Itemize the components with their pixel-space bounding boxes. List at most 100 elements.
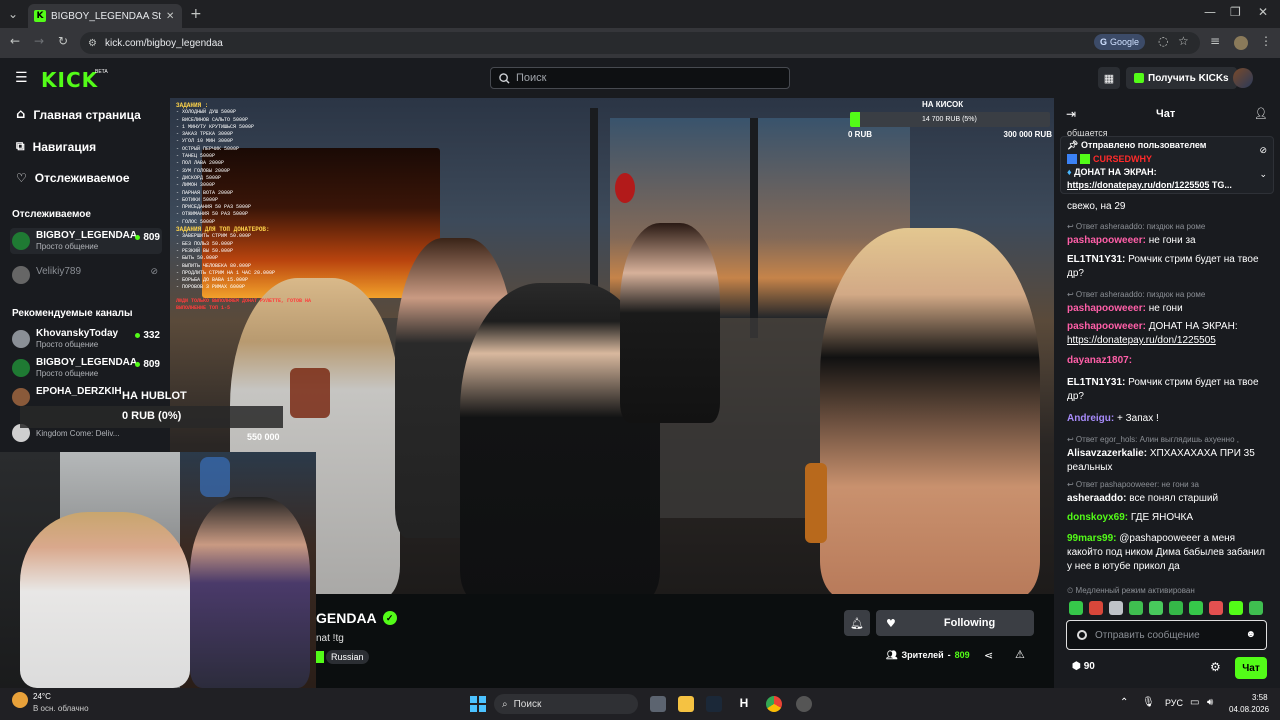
share-icon[interactable]: ⋖ [984,649,993,662]
task-item: - ВЫПИТЬ ЧЕЛОВЕКА 80.000Р [176,262,252,269]
mic-icon[interactable]: 🎙︎ [1142,697,1155,708]
app-icon[interactable] [796,696,812,712]
steam-icon[interactable] [706,696,722,712]
emote-icon[interactable] [1149,601,1163,615]
emote-icon[interactable] [1249,601,1263,615]
bookmark-star-icon[interactable]: ☆ [1178,34,1189,48]
start-button-icon[interactable] [470,696,486,712]
search-input[interactable]: Поиск [490,67,790,89]
weather-icon[interactable] [12,692,28,708]
user-avatar[interactable] [1233,68,1253,88]
following-button[interactable]: ♥ Following [876,610,1034,636]
pinned-link[interactable]: https://donatepay.ru/don/1225505 [1067,180,1209,190]
emote-icon[interactable] [1069,601,1083,615]
tab-search-icon[interactable]: ⌄ [8,7,18,21]
minimize-icon[interactable]: — [1204,5,1216,19]
clock-time[interactable]: 3:58 [1252,693,1268,702]
viewer-count-value: 809 [143,232,160,243]
restore-icon[interactable]: ❐ [1230,5,1241,19]
emote-icon[interactable] [1189,601,1203,615]
smile-icon[interactable]: ☻ [1245,629,1256,640]
eye-off-icon[interactable]: ◌ [1158,34,1168,48]
sidebar-item-following[interactable]: ♡ Отслеживаемое [16,171,130,185]
reply-reference[interactable]: ↩ Ответ egor_hols: Алин выглядишь ахуенн… [1067,433,1267,447]
chat-username[interactable]: Andreigu: [1067,413,1114,424]
chat-username[interactable]: 99mars99: [1067,533,1116,544]
emote-icon[interactable] [1129,601,1143,615]
window-close-icon[interactable]: ✕ [1258,5,1268,19]
language-tag[interactable]: Russian [326,650,369,664]
kick-logo[interactable]: KICK [41,68,98,92]
reload-icon[interactable]: ↻ [58,34,68,48]
hamburger-menu-icon[interactable]: ☰ [15,70,28,86]
notifications-button[interactable]: 🔔︎ [844,610,870,636]
emote-icon[interactable] [1209,601,1223,615]
pinned-message[interactable]: 📌︎ Отправлено пользователем CURSEDWHY ♦ … [1060,136,1274,194]
volume-icon[interactable]: 🔊︎ [1207,697,1213,708]
extensions-icon[interactable]: ≡ [1210,34,1220,48]
task-view-icon[interactable] [650,696,666,712]
file-explorer-icon[interactable] [678,696,694,712]
message-line: donskoyx69: ГДЕ ЯНОЧКА [1067,511,1267,525]
collapse-chat-icon[interactable]: ⇥ [1066,107,1076,121]
library-icon[interactable]: ▦ [1098,67,1120,89]
reply-reference[interactable]: ↩ Ответ pashapooweeer: не гони за [1067,478,1267,492]
chat-username[interactable]: pashapooweeer: [1067,235,1146,246]
task-item: - РЕЗКИЙ ВЫ 50.000Р [176,247,234,254]
tab-close-icon[interactable]: ✕ [166,11,174,22]
emote-icon[interactable] [1089,601,1103,615]
channel-item-bigboy-rec[interactable]: BIGBOY_LEGENDAA Просто общение 809 [10,355,162,381]
pinned-user[interactable]: CURSEDWHY [1093,154,1152,164]
emote-picker-icon[interactable] [1077,630,1087,640]
tray-chevron-icon[interactable]: ⌃ [1120,697,1128,708]
forward-icon[interactable]: → [34,34,44,48]
url-input[interactable]: ⚙ kick.com/bigboy_legendaa [80,32,1200,54]
chrome-icon[interactable] [766,696,782,712]
emote-icon[interactable] [1229,601,1243,615]
sidebar-item-home[interactable]: ⌂ Главная страница [16,107,141,122]
back-icon[interactable]: ← [10,34,20,48]
task-item: - ТАНЕЦ 5000Р [176,153,216,160]
profile-avatar[interactable] [1234,36,1248,50]
chat-username[interactable]: dayanaz1807: [1067,355,1132,366]
task-item: - ПОЛ ЛАВА 2000Р [176,160,225,167]
chat-settings-icon[interactable]: ⚙ [1210,660,1221,674]
language-indicator[interactable]: РУС [1165,698,1183,708]
kicks-balance[interactable]: ⬢ 90 [1072,661,1095,672]
browser-menu-icon[interactable]: ⋮ [1260,34,1272,48]
reply-reference[interactable]: ↩ Ответ asheraaddo: пиздюк на роме [1067,220,1267,234]
expand-chevron-icon[interactable]: ⌄ [1259,169,1267,180]
chat-username[interactable]: pashapooweeer: [1067,303,1146,314]
chat-username[interactable]: EL1TN1Y31: [1067,254,1125,265]
h-app-icon[interactable]: H [736,696,752,712]
chat-username[interactable]: donskoyx69: [1067,512,1128,523]
chat-users-icon[interactable]: 👤︎ [1254,107,1268,120]
streamer-name[interactable]: GENDAA ✓ [316,610,397,626]
new-tab-icon[interactable]: + [190,6,202,22]
unpin-icon[interactable]: ⊘ [1259,145,1267,156]
sidebar-item-browse[interactable]: ⧉ Навигация [16,139,96,154]
category-tag-cut[interactable] [316,651,324,663]
chat-message-input[interactable]: Отправить сообщение ☻ [1066,620,1267,650]
channel-item-bigboy[interactable]: BIGBOY_LEGENDAA Просто общение 809 [10,228,162,254]
get-kicks-button[interactable]: Получить KICKs [1126,67,1237,89]
emote-icon[interactable] [1109,601,1123,615]
channel-item-velikiy[interactable]: Velikiy789 ⊘ [10,262,162,288]
reply-reference[interactable]: ↩ Ответ asheraaddo: пиздюк на роме [1067,288,1267,302]
clock-date[interactable]: 04.08.2026 [1229,705,1269,714]
chat-link[interactable]: https://donatepay.ru/don/1225505 [1067,335,1216,346]
taskbar-search[interactable]: ⌕ Поиск [494,694,638,714]
google-lens-button[interactable]: G Google [1094,34,1146,50]
chat-username[interactable]: Alisavzazerkalie: [1067,448,1147,459]
send-chat-button[interactable]: Чат [1235,657,1267,679]
emote-icon[interactable] [1169,601,1183,615]
site-info-icon[interactable]: ⚙ [88,38,97,49]
report-icon[interactable]: ⚠ [1015,648,1025,661]
chat-username[interactable]: asheraaddo: [1067,493,1126,504]
network-icon[interactable]: ▭ [1190,697,1199,708]
chat-username[interactable]: EL1TN1Y31: [1067,377,1125,388]
browser-tab[interactable]: K BIGBOY_LEGENDAA Stream ✕ [28,4,182,28]
chat-username[interactable]: pashapooweeer: [1067,321,1146,332]
channel-item-khovansky[interactable]: KhovanskyToday Просто общение 332 [10,326,162,352]
viewer-count-value: 809 [143,359,160,370]
